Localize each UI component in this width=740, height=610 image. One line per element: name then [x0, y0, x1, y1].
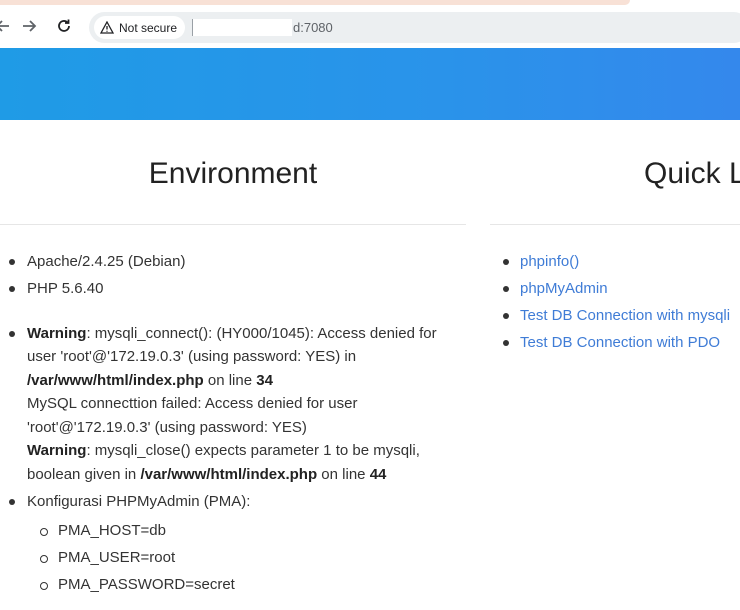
list-item-server: Apache/2.4.25 (Debian) — [0, 250, 466, 274]
warning-line-number: 34 — [256, 371, 273, 389]
list-item-db-warnings: Warning: mysqli_connect(): (HY000/1045):… — [0, 322, 466, 487]
quick-links-title: Quick L — [490, 120, 740, 225]
list-item: Test DB Connection with mysqli — [490, 304, 740, 328]
warning-label: Warning — [27, 442, 87, 459]
address-bar[interactable]: Not secure d:7080 — [89, 12, 740, 43]
back-arrow-icon[interactable] — [0, 15, 14, 37]
phpinfo-link[interactable]: phpinfo() — [520, 253, 579, 270]
header-banner — [0, 48, 740, 120]
list-item: Test DB Connection with PDO — [490, 331, 740, 355]
warning-file: /var/www/html/index.php — [140, 465, 318, 483]
environment-list: Apache/2.4.25 (Debian) PHP 5.6.40 Warnin… — [0, 250, 466, 597]
environment-title: Environment — [0, 120, 466, 225]
list-item: phpMyAdmin — [490, 277, 740, 301]
pma-user: PMA_USER=root — [27, 546, 466, 570]
warning-text: : mysqli_connect(): (HY000/1045): Access… — [27, 324, 437, 366]
environment-column: Environment Apache/2.4.25 (Debian) PHP 5… — [0, 120, 466, 600]
quick-links-column: Quick L phpinfo() phpMyAdmin Test DB Con… — [490, 120, 740, 358]
list-item: phpinfo() — [490, 250, 740, 274]
pma-password: PMA_PASSWORD=secret — [27, 573, 466, 597]
warning-file: /var/www/html/index.php — [27, 371, 204, 389]
quick-links-list: phpinfo() phpMyAdmin Test DB Connection … — [490, 250, 740, 355]
warning-line-text: on line — [317, 465, 370, 483]
pma-config-list: PMA_HOST=db PMA_USER=root PMA_PASSWORD=s… — [27, 519, 466, 597]
security-chip[interactable]: Not secure — [94, 16, 186, 39]
warning-block: Warning: mysqli_connect(): (HY000/1045):… — [27, 322, 457, 487]
warning-label: Warning — [27, 324, 87, 342]
url-redacted — [192, 19, 292, 36]
url-text: d:7080 — [293, 20, 333, 35]
phpmyadmin-link[interactable]: phpMyAdmin — [520, 280, 608, 297]
pma-label: Konfigurasi PHPMyAdmin (PMA): — [27, 492, 251, 510]
warning-triangle-icon — [100, 21, 114, 34]
test-pdo-link[interactable]: Test DB Connection with PDO — [520, 334, 720, 351]
warning-line-number: 44 — [369, 465, 387, 483]
browser-toolbar: Not secure d:7080 — [0, 5, 740, 48]
list-item-pma: Konfigurasi PHPMyAdmin (PMA): PMA_HOST=d… — [0, 490, 466, 597]
mysql-fail-message: MySQL connecttion failed: Access denied … — [27, 395, 358, 436]
list-item-php: PHP 5.6.40 — [0, 277, 466, 301]
pma-host: PMA_HOST=db — [27, 519, 466, 543]
test-mysqli-link[interactable]: Test DB Connection with mysqli — [520, 307, 730, 324]
reload-icon[interactable] — [53, 15, 75, 37]
security-label: Not secure — [119, 20, 178, 35]
forward-arrow-icon[interactable] — [18, 15, 40, 37]
warning-line-text: on line — [203, 371, 257, 389]
